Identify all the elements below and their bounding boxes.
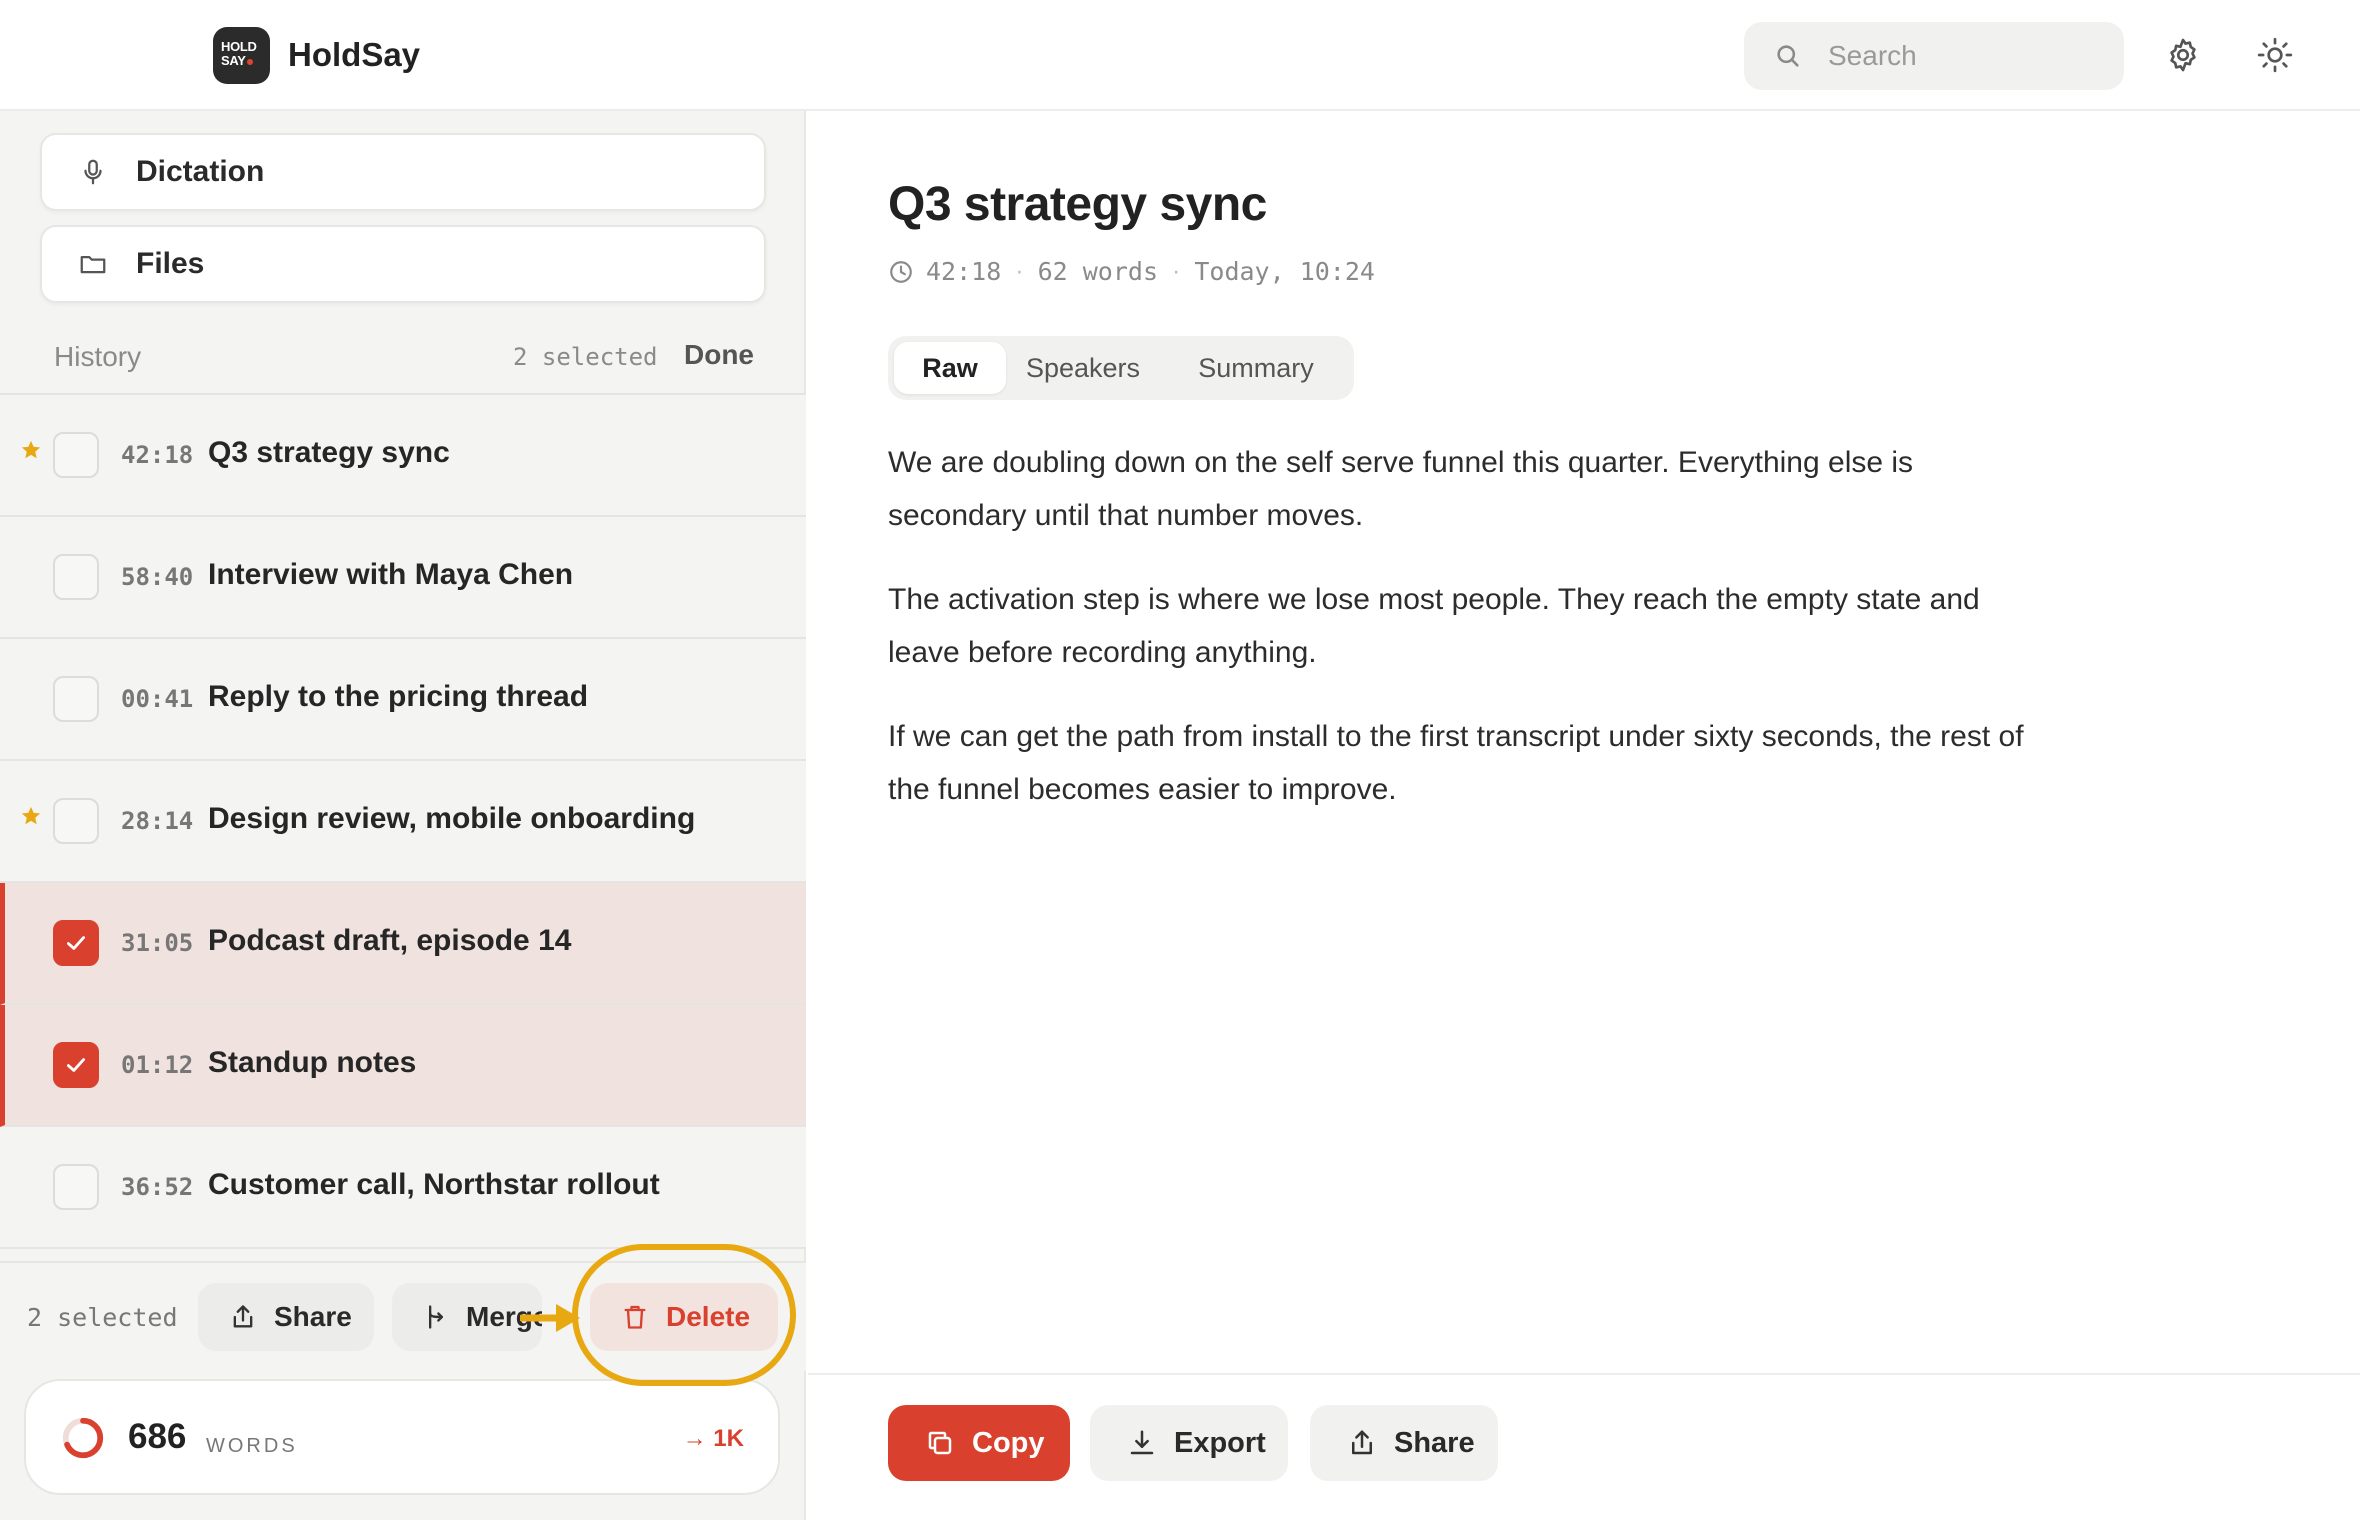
search-box[interactable] [1744,22,2124,90]
logo-text-top: HOLD [221,39,257,54]
transcript-paragraph: If we can get the path from install to t… [888,720,2024,806]
microphone-icon [76,155,110,189]
history-row[interactable]: 42:18 Q3 strategy sync [0,395,806,517]
search-input[interactable] [1828,34,2098,78]
row-duration: 28:14 [121,807,194,835]
check-icon [67,936,85,950]
app-name: HoldSay [288,36,421,73]
row-checkbox-checked[interactable] [53,1042,99,1088]
document-footer: Copy Export Share [808,1373,2360,1520]
row-checkbox[interactable] [53,676,99,722]
sun-icon [2257,37,2293,73]
history-title: History [54,341,142,372]
star-icon [21,440,41,459]
merge-icon [422,1302,450,1332]
share-button[interactable]: Share [1310,1405,1498,1481]
history-row-selected[interactable]: 01:12 Standup notes [0,1005,806,1127]
row-duration: 31:05 [121,929,194,957]
nav-dictation-label: Dictation [136,155,265,188]
transcript-paragraph: We are doubling down on the self serve f… [888,446,1914,532]
row-checkbox[interactable] [53,1164,99,1210]
meta-separator: · [1172,257,1181,285]
copy-button[interactable]: Copy [888,1405,1070,1481]
nav-files-label: Files [136,247,205,280]
logo-dot [246,59,253,65]
nav-dictation[interactable]: Dictation [40,133,766,211]
export-label: Export [1174,1426,1266,1459]
done-button[interactable]: Done [684,339,754,371]
history-row[interactable]: 58:40 Interview with Maya Chen [0,517,806,639]
row-checkbox[interactable] [53,798,99,844]
tab-summary[interactable]: Summary [1164,342,1348,394]
row-duration: 42:18 [121,441,194,469]
history-list: 42:18 Q3 strategy sync 58:40 Interview w… [0,393,806,1249]
meta-date: Today, 10:24 [1194,257,1375,286]
app-logo: HOLD SAY [213,27,270,84]
history-selected-count: 2 selected [513,343,658,371]
history-header: History 2 selected Done [0,331,806,393]
tab-raw[interactable]: Raw [894,342,1006,394]
word-goal: → 1K [682,1425,744,1452]
download-icon [1126,1427,1158,1459]
share-icon [228,1302,258,1332]
copy-label: Copy [972,1426,1045,1459]
row-checkbox-checked[interactable] [53,920,99,966]
row-duration: 01:12 [121,1051,194,1079]
document-meta: 42:18 · 62 words · Today, 10:24 [888,257,1375,286]
clock-icon [890,260,912,283]
meta-duration: 42:18 [926,257,1002,286]
document-title: Q3 strategy sync [888,178,1267,231]
theme-toggle-button[interactable] [2250,30,2300,80]
settings-button[interactable] [2158,30,2208,80]
history-row[interactable]: 28:14 Design review, mobile onboarding [0,761,806,883]
history-row[interactable]: 36:52 Customer call, Northstar rollout [0,1127,806,1249]
share-label: Share [1394,1426,1475,1459]
share-icon [1346,1427,1378,1459]
export-button[interactable]: Export [1090,1405,1288,1481]
row-title: Standup notes [208,1046,417,1079]
bulk-share-button[interactable]: Share [198,1283,374,1351]
tab-speakers[interactable]: Speakers [1012,342,1154,394]
transcript-body: We are doubling down on the self serve f… [888,436,2058,847]
row-title: Podcast draft, episode 14 [208,924,572,957]
row-title: Interview with Maya Chen [208,558,574,591]
star-icon [21,806,41,825]
row-duration: 36:52 [121,1173,194,1201]
meta-words: 62 words [1037,257,1159,286]
search-icon [1777,45,1799,67]
top-bar: HOLD SAY HoldSay [0,0,2360,111]
row-duration: 00:41 [121,685,194,713]
row-checkbox[interactable] [53,432,99,478]
history-row-selected[interactable]: 31:05 Podcast draft, episode 14 [0,883,806,1005]
bulk-selected-count: 2 selected [27,1303,178,1332]
nav-files[interactable]: Files [40,225,766,303]
word-count-unit: WORDS [206,1435,298,1457]
view-tabs: Raw Speakers Summary [888,336,1354,400]
transcript-paragraph: The activation step is where we lose mos… [888,583,1980,669]
check-icon [67,1058,85,1072]
row-title: Design review, mobile onboarding [208,802,696,835]
history-row[interactable]: 00:41 Reply to the pricing thread [0,639,806,761]
main-panel: Q3 strategy sync 42:18 · 62 words · Toda… [808,111,2360,1520]
bulk-share-label: Share [274,1301,352,1332]
word-progress-ring [62,1417,104,1459]
copy-icon [924,1427,956,1459]
logo-text-bottom: SAY [221,53,246,68]
row-title: Q3 strategy sync [208,436,450,469]
row-title: Customer call, Northstar rollout [208,1168,660,1201]
word-count-card: 686 WORDS → 1K [24,1379,780,1495]
row-duration: 58:40 [121,563,194,591]
word-count-number: 686 [128,1417,187,1456]
meta-separator: · [1015,257,1024,285]
row-checkbox[interactable] [53,554,99,600]
folder-icon [76,247,110,281]
delete-highlight-ring [572,1244,796,1386]
row-title: Reply to the pricing thread [208,680,589,713]
gear-icon [2170,38,2196,72]
